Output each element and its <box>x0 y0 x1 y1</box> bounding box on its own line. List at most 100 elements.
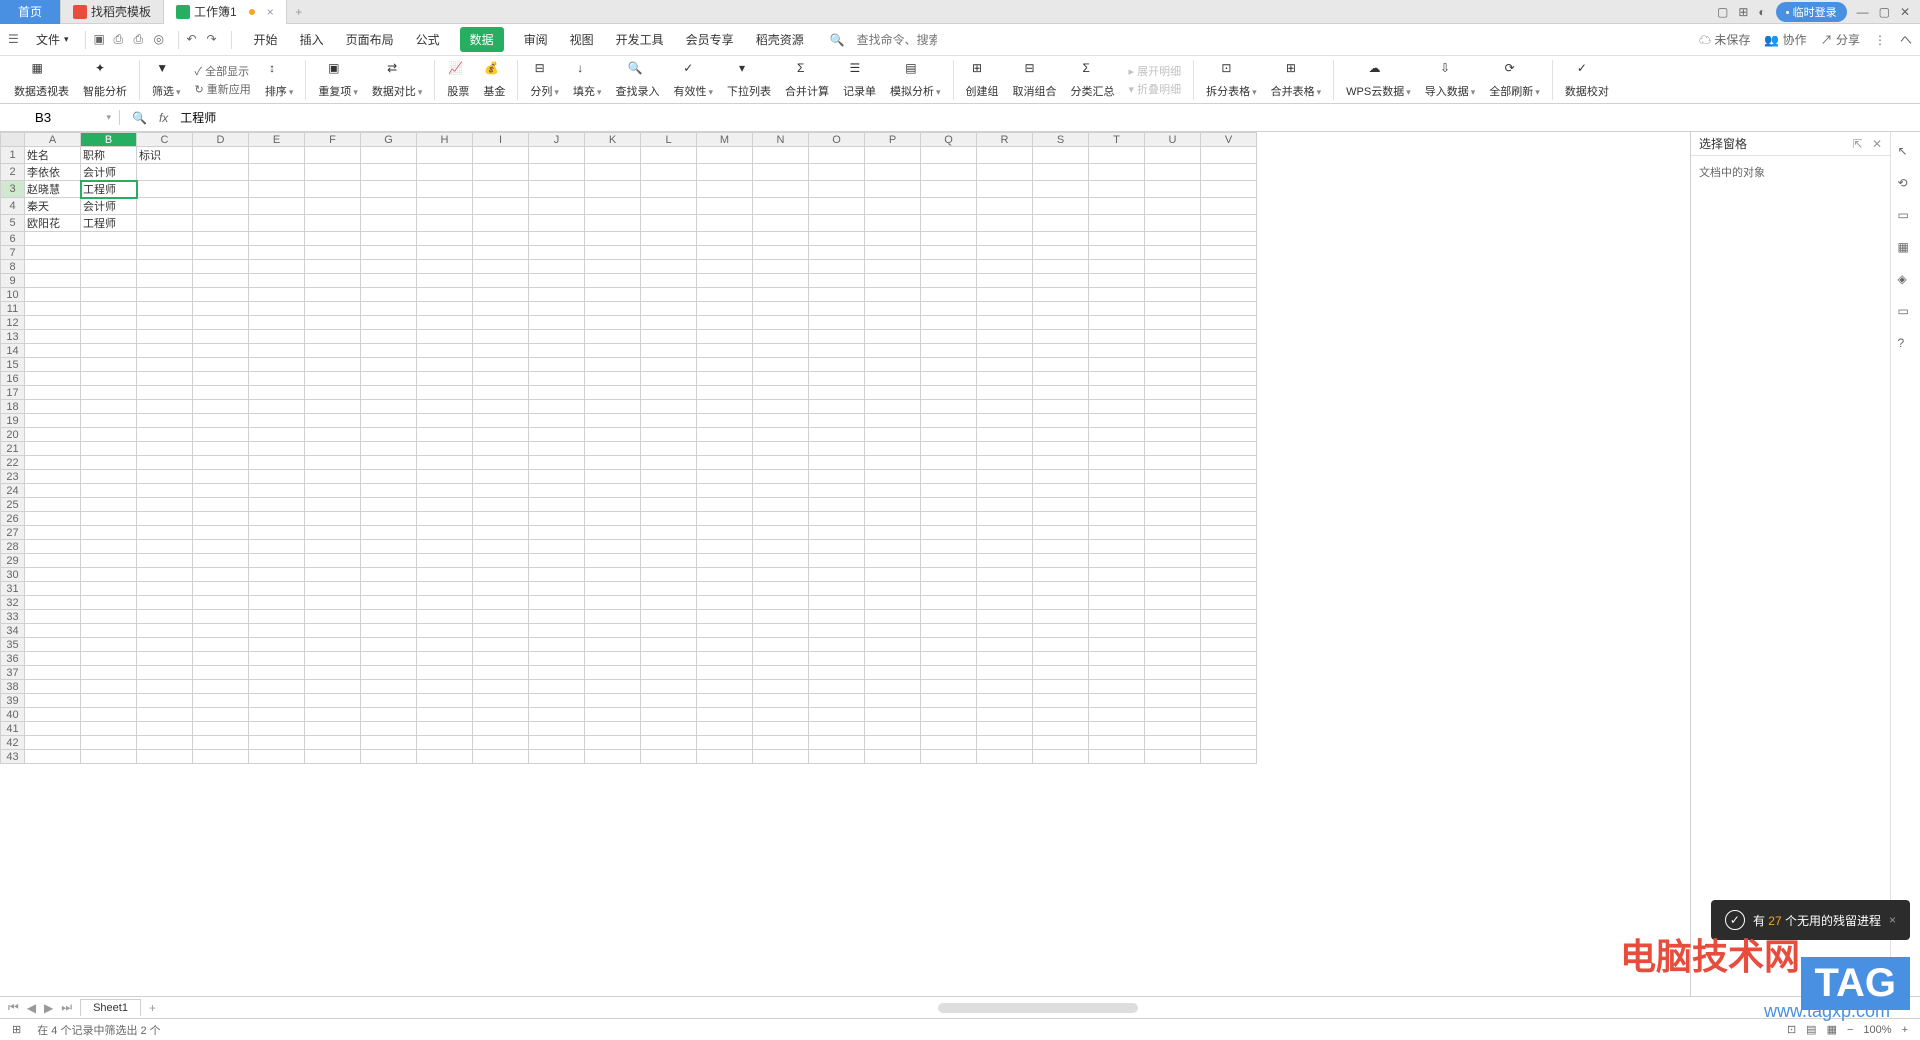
cell-H35[interactable] <box>417 638 473 652</box>
dropdown-icon[interactable]: ▾ <box>106 112 111 123</box>
add-sheet-button[interactable]: + <box>149 1001 156 1015</box>
ribbon-全部刷新[interactable]: ⟳全部刷新 <box>1483 61 1546 99</box>
view-layout-icon[interactable]: ▦ <box>1827 1023 1837 1036</box>
cell-Q37[interactable] <box>921 666 977 680</box>
cell-P35[interactable] <box>865 638 921 652</box>
cell-H10[interactable] <box>417 288 473 302</box>
cell-R28[interactable] <box>977 540 1033 554</box>
cell-L16[interactable] <box>641 372 697 386</box>
cell-Q26[interactable] <box>921 512 977 526</box>
ribbon-数据透视表[interactable]: ▦数据透视表 <box>8 61 75 99</box>
cell-T38[interactable] <box>1089 680 1145 694</box>
save-as-icon[interactable]: ⎙ <box>114 32 130 48</box>
cell-Q4[interactable] <box>921 198 977 215</box>
cell-S2[interactable] <box>1033 164 1089 181</box>
cell-T19[interactable] <box>1089 414 1145 428</box>
cell-T3[interactable] <box>1089 181 1145 198</box>
cell-R40[interactable] <box>977 708 1033 722</box>
col-header-R[interactable]: R <box>977 133 1033 147</box>
cell-G9[interactable] <box>361 274 417 288</box>
cell-B27[interactable] <box>81 526 137 540</box>
cell-C41[interactable] <box>137 722 193 736</box>
ribbon-有效性[interactable]: ✓有效性 <box>667 61 719 99</box>
cell-U31[interactable] <box>1145 582 1201 596</box>
cell-U30[interactable] <box>1145 568 1201 582</box>
row-header-37[interactable]: 37 <box>1 666 25 680</box>
cell-V23[interactable] <box>1201 470 1257 484</box>
cell-S38[interactable] <box>1033 680 1089 694</box>
cell-I32[interactable] <box>473 596 529 610</box>
cell-D9[interactable] <box>193 274 249 288</box>
cell-F11[interactable] <box>305 302 361 316</box>
login-button[interactable]: • 临时登录 <box>1776 2 1847 22</box>
cell-N6[interactable] <box>753 232 809 246</box>
ribbon-下拉列表[interactable]: ▾下拉列表 <box>721 61 777 99</box>
cell-G4[interactable] <box>361 198 417 215</box>
cell-E29[interactable] <box>249 554 305 568</box>
cell-C42[interactable] <box>137 736 193 750</box>
cell-N16[interactable] <box>753 372 809 386</box>
select-icon[interactable]: ↖ <box>1898 144 1914 160</box>
row-header-20[interactable]: 20 <box>1 428 25 442</box>
cell-E39[interactable] <box>249 694 305 708</box>
cell-B7[interactable] <box>81 246 137 260</box>
cell-S4[interactable] <box>1033 198 1089 215</box>
cell-D35[interactable] <box>193 638 249 652</box>
cell-S12[interactable] <box>1033 316 1089 330</box>
cell-T33[interactable] <box>1089 610 1145 624</box>
cell-H2[interactable] <box>417 164 473 181</box>
cell-M6[interactable] <box>697 232 753 246</box>
share-button[interactable]: ↗ 分享 <box>1821 31 1860 48</box>
cell-F31[interactable] <box>305 582 361 596</box>
cell-E38[interactable] <box>249 680 305 694</box>
cell-V33[interactable] <box>1201 610 1257 624</box>
cell-N37[interactable] <box>753 666 809 680</box>
cell-K21[interactable] <box>585 442 641 456</box>
cell-O37[interactable] <box>809 666 865 680</box>
cell-G23[interactable] <box>361 470 417 484</box>
cell-D18[interactable] <box>193 400 249 414</box>
cell-K33[interactable] <box>585 610 641 624</box>
cell-M19[interactable] <box>697 414 753 428</box>
cell-N36[interactable] <box>753 652 809 666</box>
cell-U32[interactable] <box>1145 596 1201 610</box>
ribbon-分列[interactable]: ⊟分列 <box>524 61 565 99</box>
cell-N8[interactable] <box>753 260 809 274</box>
cell-C7[interactable] <box>137 246 193 260</box>
row-header-25[interactable]: 25 <box>1 498 25 512</box>
cell-C37[interactable] <box>137 666 193 680</box>
grid-container[interactable]: ABCDEFGHIJKLMNOPQRSTUV1姓名职称标识2李依依会计师3赵晓慧… <box>0 132 1690 996</box>
cell-O21[interactable] <box>809 442 865 456</box>
cell-A15[interactable] <box>25 358 81 372</box>
cell-P40[interactable] <box>865 708 921 722</box>
cell-E4[interactable] <box>249 198 305 215</box>
cell-D10[interactable] <box>193 288 249 302</box>
cell-I2[interactable] <box>473 164 529 181</box>
cell-O16[interactable] <box>809 372 865 386</box>
image-tool-icon[interactable]: ▦ <box>1898 240 1914 256</box>
cell-H27[interactable] <box>417 526 473 540</box>
cell-M37[interactable] <box>697 666 753 680</box>
cell-D22[interactable] <box>193 456 249 470</box>
menu-tab-2[interactable]: 页面布局 <box>344 27 396 52</box>
cell-Q5[interactable] <box>921 215 977 232</box>
cell-U23[interactable] <box>1145 470 1201 484</box>
cell-B33[interactable] <box>81 610 137 624</box>
cell-B22[interactable] <box>81 456 137 470</box>
cell-L27[interactable] <box>641 526 697 540</box>
cell-R33[interactable] <box>977 610 1033 624</box>
cell-Q33[interactable] <box>921 610 977 624</box>
cell-O25[interactable] <box>809 498 865 512</box>
col-header-J[interactable]: J <box>529 133 585 147</box>
cell-U4[interactable] <box>1145 198 1201 215</box>
cell-M2[interactable] <box>697 164 753 181</box>
cell-O22[interactable] <box>809 456 865 470</box>
cell-P34[interactable] <box>865 624 921 638</box>
cell-U3[interactable] <box>1145 181 1201 198</box>
cell-P42[interactable] <box>865 736 921 750</box>
cell-B39[interactable] <box>81 694 137 708</box>
cell-J38[interactable] <box>529 680 585 694</box>
cell-H19[interactable] <box>417 414 473 428</box>
cell-K32[interactable] <box>585 596 641 610</box>
cell-C19[interactable] <box>137 414 193 428</box>
